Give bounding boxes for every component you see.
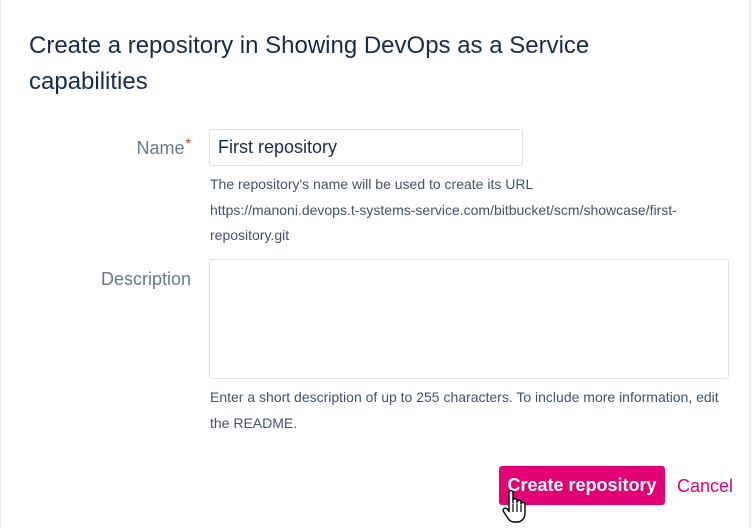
name-label-text: Name (136, 138, 185, 158)
cancel-link[interactable]: Cancel (677, 474, 733, 498)
required-marker: * (185, 135, 191, 151)
repository-name-input[interactable] (209, 129, 523, 166)
name-help-text: The repository's name will be used to cr… (210, 172, 730, 249)
name-help-line1: The repository's name will be used to cr… (210, 176, 534, 192)
name-label: Name* (101, 135, 191, 161)
description-label: Description (100, 269, 191, 289)
description-help-text: Enter a short description of up to 255 c… (210, 389, 719, 431)
repository-url-preview: https://manoni.devops.t-systems-service.… (210, 201, 677, 244)
create-repository-dialog: Create a repository in Showing DevOps as… (0, 0, 750, 528)
description-textarea[interactable] (209, 259, 729, 379)
page-title: Create a repository in Showing DevOps as… (29, 32, 590, 95)
create-repository-button[interactable]: Create repository (499, 466, 665, 505)
